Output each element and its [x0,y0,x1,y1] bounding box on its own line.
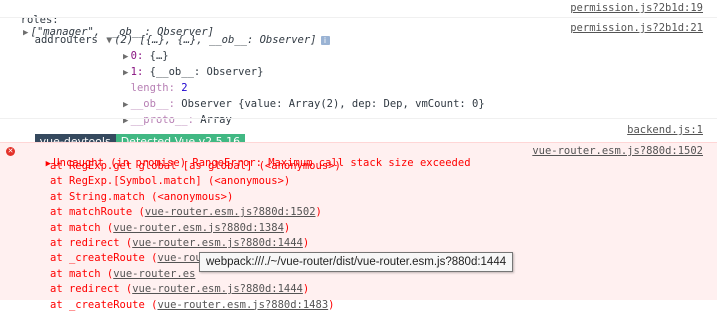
source-link-devtools[interactable]: backend.js:1 [627,124,703,136]
stack-line: at redirect (vue-router.esm.js?880d:1444… [50,237,717,249]
stack-line-text: at _createRoute ( [50,252,158,265]
stack-source-link[interactable]: vue-router.esm.js?880d:1444 [132,283,303,295]
stack-line: at match (vue-router.esm.js?880d:1384) [50,222,717,234]
stack-source-link[interactable]: vue-router.esm.js?880d:1502 [145,206,316,218]
stack-source-link[interactable]: vue-router.esm.js?880d:1384 [113,222,284,234]
stack-line-text: at _createRoute ( [50,298,158,311]
stack-line-text: at String.match (<anonymous>) [50,190,234,203]
stack-line: at matchRoute (vue-router.esm.js?880d:15… [50,206,717,218]
stack-line: at redirect (vue-router.esm.js?880d:1444… [50,283,717,295]
source-link-roles[interactable]: permission.js?2b1d:19 [570,2,703,14]
error-icon: ✕ [6,147,15,156]
stack-line-suffix: ) [315,206,322,219]
stack-line-text: at redirect ( [50,283,133,296]
stack-line-text: at matchRoute ( [50,206,145,219]
stack-line-text: at match ( [50,221,114,234]
source-link-error[interactable]: vue-router.esm.js?880d:1502 [532,145,703,157]
stack-line-text: at RegExp.[Symbol.match] (<anonymous>) [50,175,291,188]
stack-line-suffix: ) [283,221,291,234]
addrouters-label: addrouters [34,34,98,46]
stack-line: at _createRoute (vue-router.esm.js?880d:… [50,299,717,311]
stack-line: at String.match (<anonymous>) [50,191,717,203]
stack-source-link[interactable]: vue-router.es [113,268,195,280]
link-tooltip: webpack:///./~/vue-router/dist/vue-route… [199,252,514,272]
stack-line-suffix: ) [328,298,335,311]
stack-source-link[interactable]: vue-router.esm.js?880d:1483 [157,299,328,311]
stack-line-text: at redirect ( [50,237,133,249]
source-link-addrouters[interactable]: permission.js?2b1d:21 [570,22,703,34]
stack-line-suffix: ) [302,283,310,296]
stack-source-link[interactable]: vue-router.esm.js?880d:1444 [132,237,303,249]
stack-line-text: at RegExp.get global [as global] (<anony… [50,160,341,172]
stack-line-suffix: ) [302,237,310,249]
error-message-block: ✕ ▶ Uncaught (in promise) RangeError: Max… [0,142,717,311]
stack-line: at RegExp.[Symbol.match] (<anonymous>) [50,175,717,187]
stack-line: at RegExp.get global [as global] (<anony… [50,160,717,172]
stack-line-text: at match ( [50,267,114,280]
